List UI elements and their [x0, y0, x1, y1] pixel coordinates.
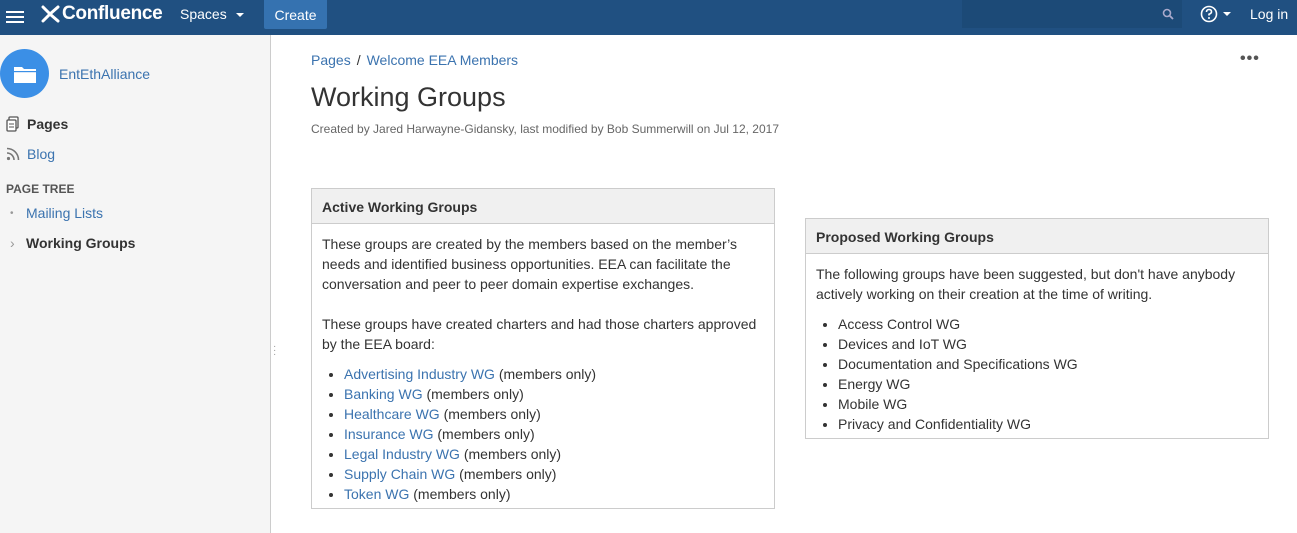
search-icon[interactable]	[1162, 8, 1174, 20]
chevron-right-icon[interactable]: ›	[10, 235, 26, 251]
breadcrumb-welcome-link[interactable]: Welcome EEA Members	[367, 52, 518, 68]
menu-icon[interactable]	[6, 8, 24, 26]
panel-body: These groups are created by the members …	[312, 224, 774, 504]
sidebar-item-blog[interactable]: Blog	[6, 146, 55, 162]
panel-title: Active Working Groups	[312, 189, 774, 224]
list-item: Mobile WG	[838, 394, 1258, 414]
list-item: Privacy and Confidentiality WG	[838, 414, 1258, 434]
wg-note: (members only)	[433, 426, 535, 442]
active-working-groups-panel: Active Working Groups These groups are c…	[311, 188, 775, 509]
chevron-down-icon	[235, 13, 244, 17]
sidebar-item-pages[interactable]: Pages	[6, 116, 68, 132]
breadcrumb-pages-link[interactable]: Pages	[311, 52, 351, 68]
sidebar-item-label: Pages	[27, 116, 69, 132]
list-item: Token WG (members only)	[344, 484, 764, 504]
list-item: Insurance WG (members only)	[344, 424, 764, 444]
help-menu[interactable]	[1200, 5, 1232, 23]
list-item: Banking WG (members only)	[344, 384, 764, 404]
wg-note: (members only)	[455, 466, 557, 482]
confluence-x-icon	[41, 5, 60, 23]
list-item: Advertising Industry WG (members only)	[344, 364, 764, 384]
spaces-label: Spaces	[180, 6, 227, 22]
wg-note: (members only)	[439, 406, 541, 422]
rss-icon	[6, 147, 22, 161]
search-box	[962, 0, 1182, 28]
page-tree-item-label: Mailing Lists	[26, 205, 104, 221]
login-link[interactable]: Log in	[1250, 0, 1288, 29]
list-item: Healthcare WG (members only)	[344, 404, 764, 424]
confluence-logo[interactable]: Confluence	[41, 3, 163, 25]
panel-paragraph: The following groups have been suggested…	[816, 266, 1236, 302]
help-icon	[1200, 5, 1218, 23]
wg-link[interactable]: Legal Industry WG	[344, 446, 460, 462]
pages-icon	[6, 116, 22, 132]
chevron-down-icon	[1223, 12, 1231, 16]
page-tree-item-mailing-lists[interactable]: • Mailing Lists	[10, 205, 103, 221]
page-tree-heading: PAGE TREE	[6, 182, 75, 196]
proposed-groups-list: Access Control WG Devices and IoT WG Doc…	[816, 314, 1258, 434]
wg-link[interactable]: Token WG	[344, 486, 409, 502]
sidebar-item-label: Blog	[27, 146, 56, 162]
breadcrumb-separator: /	[356, 52, 361, 68]
list-item: Legal Industry WG (members only)	[344, 444, 764, 464]
list-item: Access Control WG	[838, 314, 1258, 334]
wg-link[interactable]: Advertising Industry WG	[344, 366, 495, 382]
active-groups-list: Advertising Industry WG (members only) B…	[322, 364, 764, 504]
spaces-menu[interactable]: Spaces	[180, 0, 245, 29]
list-item: Devices and IoT WG	[838, 334, 1258, 354]
panel-title: Proposed Working Groups	[806, 219, 1268, 254]
list-item: Supply Chain WG (members only)	[344, 464, 764, 484]
wg-note: (members only)	[409, 486, 511, 502]
bullet-icon: •	[10, 207, 14, 219]
wg-note: (members only)	[422, 386, 524, 402]
wg-link[interactable]: Healthcare WG	[344, 406, 440, 422]
sidebar: EntEthAlliance Pages Blog PAGE TREE • Ma…	[0, 35, 271, 533]
page-tree-item-label: Working Groups	[26, 235, 136, 251]
space-avatar[interactable]	[0, 49, 49, 98]
create-button[interactable]: Create	[264, 0, 327, 29]
wg-link[interactable]: Banking WG	[344, 386, 423, 402]
breadcrumb: Pages / Welcome EEA Members	[311, 52, 518, 68]
list-item: Documentation and Specifications WG	[838, 354, 1258, 374]
panel-paragraph: These groups are created by the members …	[322, 236, 738, 292]
wg-note: (members only)	[459, 446, 562, 462]
wg-link[interactable]: Supply Chain WG	[344, 466, 455, 482]
top-navigation-bar: Confluence Spaces Create Log in	[0, 0, 1297, 35]
page-byline: Created by Jared Harwayne-Gidansky, last…	[311, 122, 779, 136]
wg-link[interactable]: Insurance WG	[344, 426, 433, 442]
more-actions-icon[interactable]: •••	[1240, 50, 1260, 68]
sidebar-resize-handle[interactable]: · · ·	[273, 342, 277, 360]
list-item: Energy WG	[838, 374, 1258, 394]
page-title: Working Groups	[311, 82, 506, 112]
search-input[interactable]	[962, 0, 1152, 28]
logo-text: Confluence	[62, 3, 163, 24]
page-tree-item-working-groups[interactable]: › Working Groups	[10, 235, 135, 251]
wg-note: (members only)	[494, 366, 597, 382]
space-name-link[interactable]: EntEthAlliance	[59, 66, 150, 82]
proposed-working-groups-panel: Proposed Working Groups The following gr…	[805, 218, 1269, 439]
folder-icon	[13, 66, 36, 83]
panel-body: The following groups have been suggested…	[806, 254, 1268, 434]
panel-paragraph: These groups have created charters and h…	[322, 316, 757, 352]
